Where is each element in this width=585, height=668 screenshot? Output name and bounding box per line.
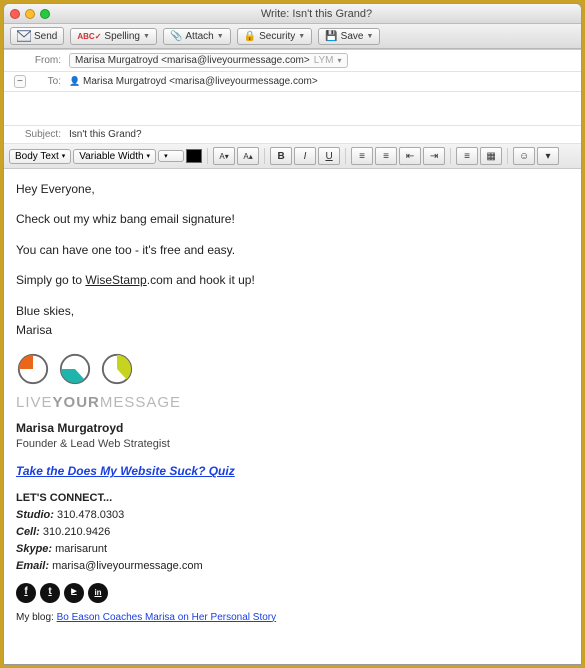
blog-line: My blog: Bo Eason Coaches Marisa on Her … xyxy=(16,611,569,626)
attach-label: Attach xyxy=(185,31,213,42)
signature-name: Marisa Murgatroyd xyxy=(16,420,569,437)
italic-button[interactable]: I xyxy=(294,147,316,165)
titlebar: Write: Isn't this Grand? xyxy=(4,4,581,24)
contact-block: LET'S CONNECT... Studio: 310.478.0303 Ce… xyxy=(16,491,569,575)
minimize-button[interactable] xyxy=(25,9,35,19)
twitter-icon[interactable]: t xyxy=(40,583,60,603)
email-label: Email: xyxy=(16,560,49,572)
message-headers: From: Marisa Murgatroyd <marisa@liveyour… xyxy=(4,49,581,144)
message-body[interactable]: Hey Everyone, Check out my whiz bang ema… xyxy=(4,169,581,664)
underline-button[interactable]: U xyxy=(318,147,340,165)
font-family-select[interactable]: Variable Width▾ xyxy=(73,149,156,164)
to-field[interactable]: 👤 Marisa Murgatroyd <marisa@liveyourmess… xyxy=(69,76,571,87)
save-label: Save xyxy=(341,31,364,42)
wisestamp-link[interactable]: WiseStamp xyxy=(85,273,146,287)
attach-button[interactable]: 📎 Attach ▼ xyxy=(163,28,231,45)
blog-link[interactable]: Bo Eason Coaches Marisa on Her Personal … xyxy=(57,612,277,623)
indent-button[interactable]: ⇥ xyxy=(423,147,445,165)
from-account: LYM xyxy=(314,55,334,66)
to-address: Marisa Murgatroyd <marisa@liveyourmessag… xyxy=(83,76,318,87)
close-button[interactable] xyxy=(10,9,20,19)
chevron-icon: ▾ xyxy=(164,152,168,160)
contact-icon: 👤 xyxy=(69,76,80,86)
lock-icon: 🔒 xyxy=(244,31,256,42)
studio-phone: 310.478.0303 xyxy=(57,509,124,521)
zoom-button[interactable] xyxy=(40,9,50,19)
chevron-down-icon: ▼ xyxy=(143,33,150,40)
linkedin-icon[interactable]: in xyxy=(88,583,108,603)
body-line: Hey Everyone, xyxy=(16,181,569,198)
to-row: − To: 👤 Marisa Murgatroyd <marisa@liveyo… xyxy=(4,72,581,92)
window-title: Write: Isn't this Grand? xyxy=(58,8,575,20)
from-row: From: Marisa Murgatroyd <marisa@liveyour… xyxy=(4,50,581,72)
body-line: Marisa xyxy=(16,322,569,339)
send-icon xyxy=(17,30,31,42)
cell-phone: 310.210.9426 xyxy=(43,526,110,538)
security-label: Security xyxy=(259,31,295,42)
subject-row: Subject: Isn't this Grand? xyxy=(4,126,581,144)
blog-label: My blog: xyxy=(16,612,54,623)
body-line: Check out my whiz bang email signature! xyxy=(16,211,569,228)
cell-label: Cell: xyxy=(16,526,40,538)
bold-button[interactable]: B xyxy=(270,147,292,165)
font-size-select[interactable]: ▾ xyxy=(158,150,184,162)
pie-icon-orange xyxy=(16,352,50,386)
subject-field[interactable]: Isn't this Grand? xyxy=(69,129,571,140)
security-button[interactable]: 🔒 Security ▼ xyxy=(237,28,313,45)
body-line: You can have one too - it's free and eas… xyxy=(16,242,569,259)
from-label: From: xyxy=(14,55,69,66)
paperclip-icon: 📎 xyxy=(170,31,182,42)
pie-icon-yellow xyxy=(100,352,134,386)
decrease-size-button[interactable]: A▾ xyxy=(213,147,235,165)
connect-header: LET'S CONNECT... xyxy=(16,491,569,507)
chevron-icon: ▾ xyxy=(62,152,66,160)
align-button[interactable]: ≡ xyxy=(456,147,478,165)
recipient-spacer[interactable] xyxy=(4,92,581,126)
bullet-list-button[interactable]: ≡ xyxy=(351,147,373,165)
more-button[interactable]: ▾ xyxy=(537,147,559,165)
save-button[interactable]: 💾 Save ▼ xyxy=(318,28,380,45)
to-label: To: xyxy=(24,76,69,87)
signature-role: Founder & Lead Web Strategist xyxy=(16,437,569,453)
chevron-icon: ▾ xyxy=(147,152,151,160)
youtube-icon[interactable]: ▶ xyxy=(64,583,84,603)
window-controls xyxy=(10,9,50,19)
from-value[interactable]: Marisa Murgatroyd <marisa@liveyourmessag… xyxy=(69,53,571,68)
spellcheck-icon: ABC✓ xyxy=(77,32,101,41)
quiz-link[interactable]: Take the Does My Website Suck? Quiz xyxy=(16,464,235,478)
from-address: Marisa Murgatroyd <marisa@liveyourmessag… xyxy=(75,55,310,66)
number-list-button[interactable]: ≡ xyxy=(375,147,397,165)
increase-size-button[interactable]: A▴ xyxy=(237,147,259,165)
chevron-down-icon: ▼ xyxy=(298,33,305,40)
text-color-swatch[interactable] xyxy=(186,149,202,163)
format-toolbar: Body Text▾ Variable Width▾ ▾ A▾ A▴ B I U… xyxy=(4,144,581,169)
main-toolbar: Send ABC✓ Spelling ▼ 📎 Attach ▼ 🔒 Securi… xyxy=(4,24,581,49)
facebook-icon[interactable]: f xyxy=(16,583,36,603)
chevron-down-icon: ▼ xyxy=(217,33,224,40)
brand-text: LIVEYOURMESSAGE xyxy=(16,392,569,414)
emoji-button[interactable]: ☺ xyxy=(513,147,535,165)
compose-window: Write: Isn't this Grand? Send ABC✓ Spell… xyxy=(3,3,582,665)
chevron-down-icon: ▼ xyxy=(366,33,373,40)
skype-name: marisarunt xyxy=(55,543,107,555)
spelling-label: Spelling xyxy=(104,31,140,42)
spelling-button[interactable]: ABC✓ Spelling ▼ xyxy=(70,28,157,45)
social-icons: f t ▶ in xyxy=(16,583,569,603)
body-line: Blue skies, xyxy=(16,303,569,320)
send-label: Send xyxy=(34,31,57,42)
signature-logo xyxy=(16,352,569,386)
email-address: marisa@liveyourmessage.com xyxy=(52,560,203,572)
paragraph-style-select[interactable]: Body Text▾ xyxy=(9,149,71,164)
subject-label: Subject: xyxy=(14,129,69,140)
chevron-down-icon: ▾ xyxy=(338,56,342,65)
skype-label: Skype: xyxy=(16,543,52,555)
pie-icon-teal xyxy=(58,352,92,386)
save-icon: 💾 xyxy=(325,31,337,42)
insert-button[interactable]: ▦ xyxy=(480,147,502,165)
send-button[interactable]: Send xyxy=(10,27,64,45)
outdent-button[interactable]: ⇤ xyxy=(399,147,421,165)
studio-label: Studio: xyxy=(16,509,54,521)
body-line: Simply go to WiseStamp.com and hook it u… xyxy=(16,272,569,289)
